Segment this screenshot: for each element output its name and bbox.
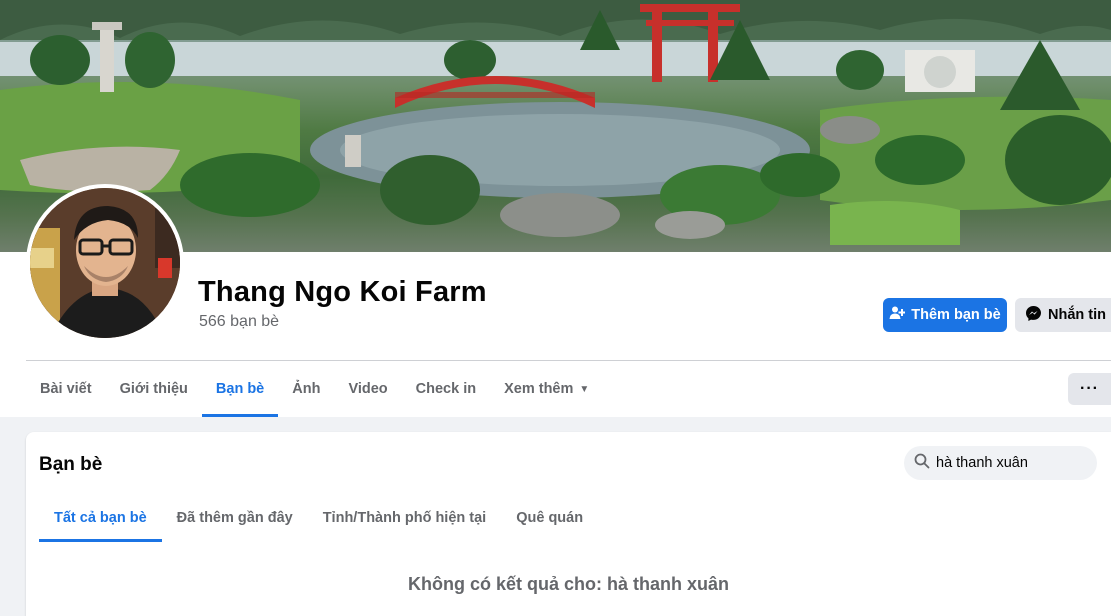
message-label: Nhắn tin <box>1048 307 1106 323</box>
add-friend-label: Thêm bạn bè <box>911 307 1001 323</box>
subtab-recently-added[interactable]: Đã thêm gần đây <box>162 494 308 542</box>
friends-search-box[interactable] <box>904 446 1097 480</box>
friends-card: Bạn bè Tất cả bạn bè Đã thêm gần đây Tỉn… <box>26 432 1111 616</box>
tab-photos[interactable]: Ảnh <box>278 361 334 417</box>
person-plus-icon <box>889 305 906 325</box>
profile-name: Thang Ngo Koi Farm <box>198 276 487 308</box>
friend-count[interactable]: 566 bạn bè <box>199 313 279 331</box>
friends-subtabs: Tất cả bạn bè Đã thêm gần đây Tỉnh/Thành… <box>39 494 598 542</box>
subtab-all-friends[interactable]: Tất cả bạn bè <box>39 494 162 542</box>
subtab-hometown[interactable]: Quê quán <box>501 494 598 542</box>
messenger-icon <box>1025 305 1042 326</box>
avatar-photo <box>30 188 180 338</box>
more-options-icon: ··· <box>1080 380 1099 397</box>
tab-more-label: Xem thêm <box>504 381 574 397</box>
more-options-button[interactable]: ··· <box>1068 373 1111 405</box>
profile-tabs: Bài viết Giới thiệu Bạn bè Ảnh Video Che… <box>26 361 603 417</box>
add-friend-button[interactable]: Thêm bạn bè <box>883 298 1007 332</box>
friends-title: Bạn bè <box>39 454 103 475</box>
message-button[interactable]: Nhắn tin <box>1015 298 1111 332</box>
tab-posts[interactable]: Bài viết <box>26 361 106 417</box>
subtab-current-city[interactable]: Tỉnh/Thành phố hiện tại <box>308 494 502 542</box>
tab-about[interactable]: Giới thiệu <box>106 361 202 417</box>
search-icon <box>914 453 930 474</box>
friends-search-input[interactable] <box>936 455 1086 471</box>
tab-check-ins[interactable]: Check in <box>402 361 490 417</box>
tab-friends[interactable]: Bạn bè <box>201 361 279 417</box>
caret-down-icon: ▼ <box>579 383 590 395</box>
tab-more[interactable]: Xem thêm ▼ <box>490 361 603 417</box>
tab-videos[interactable]: Video <box>334 361 401 417</box>
no-results-message: Không có kết quả cho: hà thanh xuân <box>407 574 729 594</box>
profile-avatar[interactable] <box>26 184 184 342</box>
